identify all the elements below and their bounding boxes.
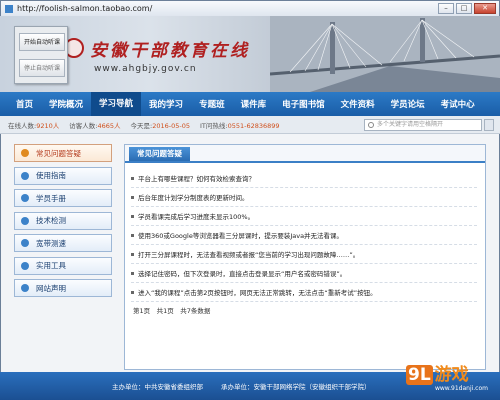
search-input[interactable]: 多个关键字请用空格隔开 [364,119,482,131]
nav-exam-center[interactable]: 考试中心 [433,98,483,110]
faq-panel: 常见问题答疑 平台上有哪些课程？如何有效检索查询？ 后台年度计划学分制度表的更新… [124,144,486,370]
tool-icon [21,261,29,270]
close-button[interactable]: ✕ [474,3,496,14]
nav-home[interactable]: 首页 [8,98,41,110]
tab-faq[interactable]: 常见问题答疑 [129,147,190,161]
list-item[interactable]: 学员看课完成后学习进度未显示100%。 [131,207,477,226]
nav-e-library[interactable]: 电子图书馆 [274,98,333,110]
watermark-logo: 9L 游戏 www.91danji.com [406,365,488,392]
nav-topic-class[interactable]: 专题班 [191,98,233,110]
sidebar-item-tech-check[interactable]: 技术检测 [14,211,112,230]
stop-auto-listen-button[interactable]: 停止自动听课 [19,59,65,77]
search-icon [368,122,374,128]
list-item[interactable]: 选择记住密码，但下次登录时，直接点击登录显示“用户名或密码错误”。 [131,264,477,283]
list-item[interactable]: 使用360或Google等浏览器看三分屏课时，提示要装Java并无法看课。 [131,226,477,245]
sidebar-item-handbook[interactable]: 学员手册 [14,189,112,207]
list-item[interactable]: 进入“我的课程”点击第2页按钮时，网页无法正常跳转，无法点击“重新考试”按钮。 [131,283,477,302]
bullet-icon [131,233,134,237]
sidebar-item-guide[interactable]: 使用指南 [14,166,112,185]
window-url: http://foolish-salmon.taobao.com/ [17,4,153,13]
bullet-icon [131,271,134,275]
faq-list: 平台上有哪些课程？如何有效检索查询？ 后台年度计划学分制度表的更新时间。 学员看… [125,163,485,302]
minimize-button[interactable]: – [438,3,454,14]
status-bar: 在线人数:9210人 访客人数:4665人 今天是:2016-05-05 IT问… [0,116,500,134]
nav-my-study[interactable]: 我的学习 [141,98,191,110]
today-date: 今天是:2016-05-05 [130,121,190,130]
list-item[interactable]: 后台年度计划学分制度表的更新时间。 [131,188,477,207]
hotline: IT问热线:0551-62836899 [199,121,280,130]
site-banner: 安徽干部教育在线 www.ahgbjy.gov.cn [0,16,500,92]
bullet-icon [131,195,134,199]
nav-documents[interactable]: 文件资料 [333,98,383,110]
page-icon [5,4,13,13]
check-icon [21,216,29,225]
footer-organizer: 承办单位：安徽干部网络学院（安徽组织干部学院） [221,383,371,391]
nav-forum[interactable]: 学员论坛 [383,98,433,110]
sidebar-item-statement[interactable]: 网站声明 [14,279,112,297]
start-auto-listen-button[interactable]: 开始自动听课 [19,33,65,51]
nav-courseware[interactable]: 课件库 [233,98,275,110]
bullet-icon [131,252,134,256]
search-button[interactable] [484,119,494,131]
footer-host: 主办单位：中共安徽省委组织部 [112,383,203,391]
bullet-icon [131,290,134,294]
window-controls: – □ ✕ [438,3,499,14]
notice-icon [21,284,29,292]
visitor-count: 访客人数:4665人 [69,121,121,130]
online-count: 在线人数:9210人 [8,121,60,130]
auto-listen-panel: 开始自动听课 停止自动听课 [14,26,68,84]
book-icon [21,194,29,202]
maximize-button[interactable]: □ [456,3,472,14]
title-bar: http://foolish-salmon.taobao.com/ – □ ✕ [1,1,499,17]
site-title: 安徽干部教育在线 [90,41,250,61]
sidebar-item-speed-test[interactable]: 宽带测速 [14,234,112,252]
nav-study-guide[interactable]: 学习导航 [91,92,142,116]
pagination: 第1页 共1页 共7条数据 [133,307,211,315]
sidebar-item-tools[interactable]: 实用工具 [14,256,112,275]
main-nav: 首页 学院概况 学习导航 我的学习 专题班 课件库 电子图书馆 文件资料 学员论… [0,92,500,116]
faq-panel-header: 常见问题答疑 [125,145,485,163]
sidebar: 常见问题答疑 使用指南 学员手册 技术检测 宽带测速 实用工具 网站声明 [14,144,112,302]
bridge-image [270,16,500,92]
sidebar-item-faq[interactable]: 常见问题答疑 [14,144,112,162]
site-url: www.ahgbjy.gov.cn [94,64,197,74]
bullet-icon [131,176,134,180]
speed-icon [21,239,29,247]
guide-icon [21,171,29,180]
nav-about[interactable]: 学院概况 [41,98,91,110]
list-item[interactable]: 平台上有哪些课程？如何有效检索查询？ [131,169,477,188]
list-item[interactable]: 打开三分屏课程时，无法查看视频或者报“您当前的学习出现问题故障……”。 [131,245,477,264]
bullet-icon [131,214,134,218]
search-placeholder: 多个关键字请用空格隔开 [377,121,444,128]
question-icon [21,149,29,157]
